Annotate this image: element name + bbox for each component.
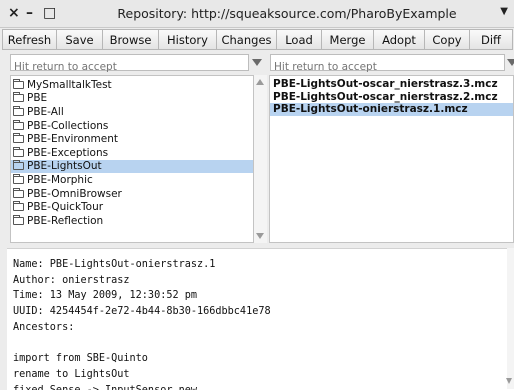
package-item-label: PBE (27, 92, 48, 105)
package-item-label: MySmalltalkTest (27, 78, 112, 91)
folder-icon (13, 92, 24, 103)
load-button[interactable]: Load (276, 29, 322, 50)
version-info-panel: Name: PBE-LightsOut-onierstrasz.1 Author… (7, 248, 514, 390)
package-filter-input[interactable] (11, 59, 248, 75)
folder-icon (13, 105, 24, 116)
window-title: Repository: http://squeaksource.com/Phar… (117, 6, 457, 21)
folder-icon (13, 173, 24, 184)
maximize-icon[interactable]: □ (43, 4, 56, 22)
package-item-label: PBE-LightsOut (27, 160, 102, 173)
folder-icon (13, 214, 24, 225)
folder-icon (13, 146, 24, 157)
version-item[interactable]: PBE-LightsOut-oscar_nierstrasz.2.mcz (270, 91, 513, 104)
package-item-label: PBE-Morphic (27, 173, 93, 186)
folder-icon (13, 133, 24, 144)
adopt-button[interactable]: Adopt (373, 29, 425, 50)
package-item[interactable]: MySmalltalkTest (11, 78, 253, 92)
package-list-scrollbar[interactable] (254, 75, 267, 243)
info-scroll-down-icon[interactable] (506, 378, 512, 384)
package-item[interactable]: PBE-Reflection (11, 214, 253, 228)
package-item-label: PBE-Exceptions (27, 146, 109, 159)
package-item[interactable]: PBE-Collections (11, 119, 253, 133)
folder-icon (13, 119, 24, 130)
scroll-down-icon[interactable] (256, 233, 264, 239)
copy-button[interactable]: Copy (424, 29, 470, 50)
window-titlebar: × – □ Repository: http://squeaksource.co… (0, 0, 514, 28)
package-item-label: PBE-Reflection (27, 214, 104, 227)
package-item[interactable]: PBE-LightsOut (11, 159, 253, 174)
package-item-label: PBE-Collections (27, 119, 109, 132)
version-item[interactable]: PBE-LightsOut-onierstrasz.1.mcz (270, 103, 513, 116)
package-item-label: PBE-QuickTour (27, 201, 104, 214)
browse-button[interactable]: Browse (102, 29, 159, 50)
package-list[interactable]: MySmalltalkTest PBE PBE-All PBE-Collections… (10, 75, 254, 243)
save-button[interactable]: Save (56, 29, 103, 50)
diff-button[interactable]: Diff (469, 29, 513, 50)
folder-icon (13, 201, 24, 212)
package-item[interactable]: PBE-OmniBrowser (11, 187, 253, 201)
package-item[interactable]: PBE (11, 92, 253, 106)
package-item[interactable]: PBE-All (11, 105, 253, 119)
changes-button[interactable]: Changes (216, 29, 277, 50)
package-item-label: PBE-All (27, 105, 64, 118)
info-scrollbar[interactable] (506, 248, 514, 389)
version-info-text: Name: PBE-LightsOut-onierstrasz.1 Author… (13, 259, 271, 390)
window-menu-icon[interactable]: ▼ (500, 6, 508, 17)
package-item-label: PBE-Environment (27, 133, 119, 146)
package-item[interactable]: PBE-QuickTour (11, 200, 253, 214)
folder-icon (13, 187, 24, 198)
refresh-button[interactable]: Refresh (2, 29, 57, 50)
package-filter-field[interactable] (10, 54, 249, 75)
version-filter-input[interactable] (271, 59, 504, 75)
scroll-up-icon[interactable] (256, 79, 264, 85)
toolbar: Refresh Save Browse History Changes Load… (2, 29, 514, 51)
version-list[interactable]: PBE-LightsOut-oscar_nierstrasz.3.mcz PBE-… (269, 75, 514, 243)
package-filter-dropdown-icon[interactable] (250, 54, 264, 71)
version-filter-field[interactable] (270, 54, 505, 75)
version-filter-dropdown-icon[interactable] (505, 54, 514, 71)
package-item[interactable]: PBE-Exceptions (11, 146, 253, 160)
close-icon[interactable]: × (8, 4, 20, 22)
package-item[interactable]: PBE-Morphic (11, 173, 253, 187)
history-button[interactable]: History (158, 29, 217, 50)
package-item-label: PBE-OmniBrowser (27, 187, 122, 200)
folder-icon (13, 160, 24, 171)
minimize-icon[interactable]: – (26, 4, 33, 22)
folder-icon (13, 78, 24, 89)
version-item[interactable]: PBE-LightsOut-oscar_nierstrasz.3.mcz (270, 78, 513, 91)
merge-button[interactable]: Merge (321, 29, 374, 50)
package-item[interactable]: PBE-Environment (11, 132, 253, 146)
